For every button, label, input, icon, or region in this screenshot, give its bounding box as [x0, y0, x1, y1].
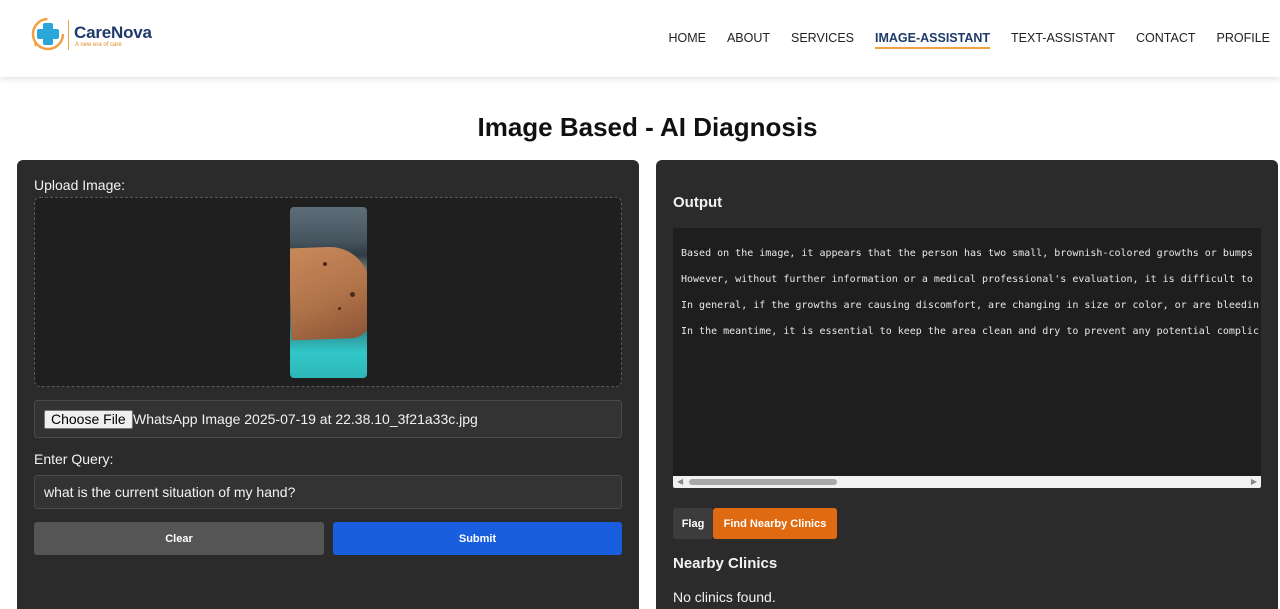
- mole-mark: [350, 292, 355, 297]
- brand-tagline: A new era of care: [75, 42, 122, 48]
- no-clinics-message: No clinics found.: [673, 589, 776, 605]
- output-line: In general, if the growths are causing d…: [681, 300, 1259, 311]
- brand-name: CareNova: [74, 23, 152, 42]
- output-title: Output: [673, 194, 723, 211]
- input-panel: Upload Image: Choose File WhatsApp Image…: [17, 160, 639, 609]
- submit-button[interactable]: Submit: [333, 522, 622, 555]
- file-input: Choose File WhatsApp Image 2025-07-19 at…: [34, 400, 622, 438]
- carenova-logo[interactable]: CareNova A new era of care: [30, 14, 155, 60]
- upload-image-label: Upload Image:: [34, 177, 126, 193]
- find-nearby-clinics-button[interactable]: Find Nearby Clinics: [713, 508, 837, 539]
- scroll-right-icon[interactable]: ▶: [1251, 478, 1257, 486]
- main-nav: HOME ABOUT SERVICES IMAGE-ASSISTANT TEXT…: [647, 30, 1270, 49]
- medical-cross-icon: [31, 17, 65, 51]
- nav-text-assistant[interactable]: TEXT-ASSISTANT: [1011, 30, 1115, 49]
- nav-services[interactable]: SERVICES: [791, 30, 854, 49]
- site-header: CareNova A new era of care HOME ABOUT SE…: [0, 0, 1280, 77]
- clear-button[interactable]: Clear: [34, 522, 324, 555]
- output-panel: Output Based on the image, it appears th…: [656, 160, 1278, 609]
- output-line: However, without further information or …: [681, 274, 1253, 285]
- output-textbox[interactable]: Based on the image, it appears that the …: [673, 228, 1261, 488]
- nav-about[interactable]: ABOUT: [727, 30, 770, 49]
- nav-contact[interactable]: CONTACT: [1136, 30, 1196, 49]
- scrollbar-thumb[interactable]: [689, 479, 837, 485]
- uploaded-image-preview: [290, 207, 367, 378]
- selected-file-name: WhatsApp Image 2025-07-19 at 22.38.10_3f…: [133, 411, 478, 427]
- nav-image-assistant[interactable]: IMAGE-ASSISTANT: [875, 30, 991, 49]
- query-label: Enter Query:: [34, 451, 114, 467]
- image-dropzone[interactable]: [34, 197, 622, 387]
- output-line: In the meantime, it is essential to keep…: [681, 326, 1259, 337]
- output-line: Based on the image, it appears that the …: [681, 248, 1253, 259]
- nav-profile[interactable]: PROFILE: [1217, 30, 1271, 49]
- choose-file-button[interactable]: Choose File: [44, 410, 133, 429]
- nav-home[interactable]: HOME: [668, 30, 706, 49]
- arm-photo-shape: [290, 245, 367, 341]
- horizontal-scrollbar[interactable]: ◀ ▶: [673, 476, 1261, 488]
- mole-mark: [338, 307, 341, 310]
- flag-button[interactable]: Flag: [673, 508, 713, 539]
- query-input[interactable]: [34, 475, 622, 509]
- logo-divider: [68, 20, 69, 50]
- mole-mark: [323, 262, 327, 266]
- page-title: Image Based - AI Diagnosis: [477, 112, 818, 142]
- nearby-clinics-title: Nearby Clinics: [673, 555, 778, 572]
- scroll-left-icon[interactable]: ◀: [677, 478, 683, 486]
